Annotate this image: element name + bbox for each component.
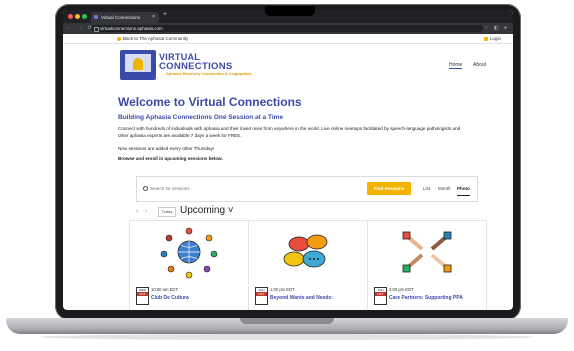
site-favicon-icon (94, 15, 98, 19)
back-link-label: Back to The Aphasia Community (123, 36, 189, 41)
event-card[interactable]: WED OCT 10:00 am EDT Club De Cultura (129, 220, 249, 310)
event-time: 2:00 pm EDT (389, 287, 414, 292)
event-title-link[interactable]: Club De Cultura (151, 295, 246, 301)
globe-people-icon (160, 227, 218, 279)
calendar-date-icon: THU OCT (374, 287, 387, 305)
url-text: virtualconnections.aphasia.com (100, 26, 163, 31)
find-sessions-button[interactable]: Find Sessions (367, 182, 411, 195)
laptop-shadow (40, 334, 534, 340)
address-bar[interactable]: virtualconnections.aphasia.com (91, 25, 483, 32)
event-month: OCT (375, 292, 386, 296)
browser-extension-icons[interactable]: ☆ ◧ ● (484, 23, 509, 34)
maximize-window-button[interactable] (82, 14, 87, 19)
today-button[interactable]: Today (158, 207, 176, 217)
view-list-tab[interactable]: List (423, 186, 430, 191)
event-search-bar: Find Sessions List Month Photo (136, 176, 478, 202)
nav-home[interactable]: Home (449, 62, 463, 69)
logo-icon[interactable] (120, 50, 156, 80)
tab-title: Virtual Connections (101, 15, 140, 20)
user-icon (483, 36, 488, 41)
new-sessions-note: New sessions are added every other Thurs… (118, 146, 215, 151)
next-arrow-icon[interactable]: › (145, 208, 147, 215)
event-card[interactable]: THU OCT 2:00 pm EDT Care Partners: Suppo… (367, 220, 487, 310)
event-title-link[interactable]: Beyond Wants and Needs: (270, 295, 365, 301)
event-month: OCT (256, 292, 267, 296)
close-window-button[interactable] (68, 14, 73, 19)
speech-bubbles-icon (283, 234, 328, 268)
community-icon (117, 36, 121, 41)
page-subtitle: Building Aphasia Connections One Session… (118, 114, 284, 121)
calendar-date-icon: THU OCT (255, 287, 268, 305)
page-title: Welcome to Virtual Connections (118, 95, 302, 109)
prev-arrow-icon[interactable]: ‹ (136, 208, 138, 215)
event-time: 10:00 am EDT (151, 287, 178, 292)
event-time: 1:00 pm EDT (270, 287, 295, 292)
laptop-base-notch (240, 318, 334, 324)
intro-text: Connect with hundreds of individuals wit… (118, 126, 461, 138)
new-tab-button[interactable]: + (163, 11, 167, 18)
view-photo-tab[interactable]: Photo (457, 186, 470, 196)
site-header: VIRTUAL CONNECTIONS Aphasia Recovery Con… (63, 44, 513, 90)
login-link[interactable]: Login (483, 34, 501, 43)
date-range-selector[interactable]: Upcoming ˅ (180, 205, 234, 216)
search-icon (143, 186, 148, 191)
person-icon (133, 58, 143, 70)
event-title-link[interactable]: Care Partners: Supporting PPA (389, 295, 484, 301)
minimize-window-button[interactable] (75, 14, 80, 19)
logo-tagline: Aphasia Recovery Connection & Lingraphic… (166, 71, 252, 76)
browser-tab[interactable]: Virtual Connections × (91, 12, 159, 23)
event-month: OCT (137, 292, 148, 296)
browser-nav-buttons[interactable]: ← → ⟳ (67, 23, 94, 34)
laptop-screen: Virtual Connections × + ← → ⟳ virtualcon… (63, 10, 513, 310)
browse-cta: Browse and enroll in upcoming sessions b… (118, 156, 223, 161)
joined-hands-icon (402, 231, 452, 273)
view-month-tab[interactable]: Month (438, 186, 451, 191)
back-to-community-link[interactable]: Back to The Aphasia Community (117, 34, 188, 43)
event-card[interactable]: THU OCT 1:00 pm EDT Beyond Wants and Nee… (248, 220, 368, 310)
lock-icon (94, 27, 99, 32)
login-label: Login (489, 36, 501, 41)
search-input[interactable] (150, 183, 350, 193)
camera-notch (265, 6, 315, 16)
tab-close-icon[interactable]: × (152, 12, 155, 23)
site-top-bar: Back to The Aphasia Community Login (63, 34, 513, 44)
nav-about[interactable]: About (473, 62, 486, 68)
calendar-date-icon: WED OCT (136, 287, 149, 305)
